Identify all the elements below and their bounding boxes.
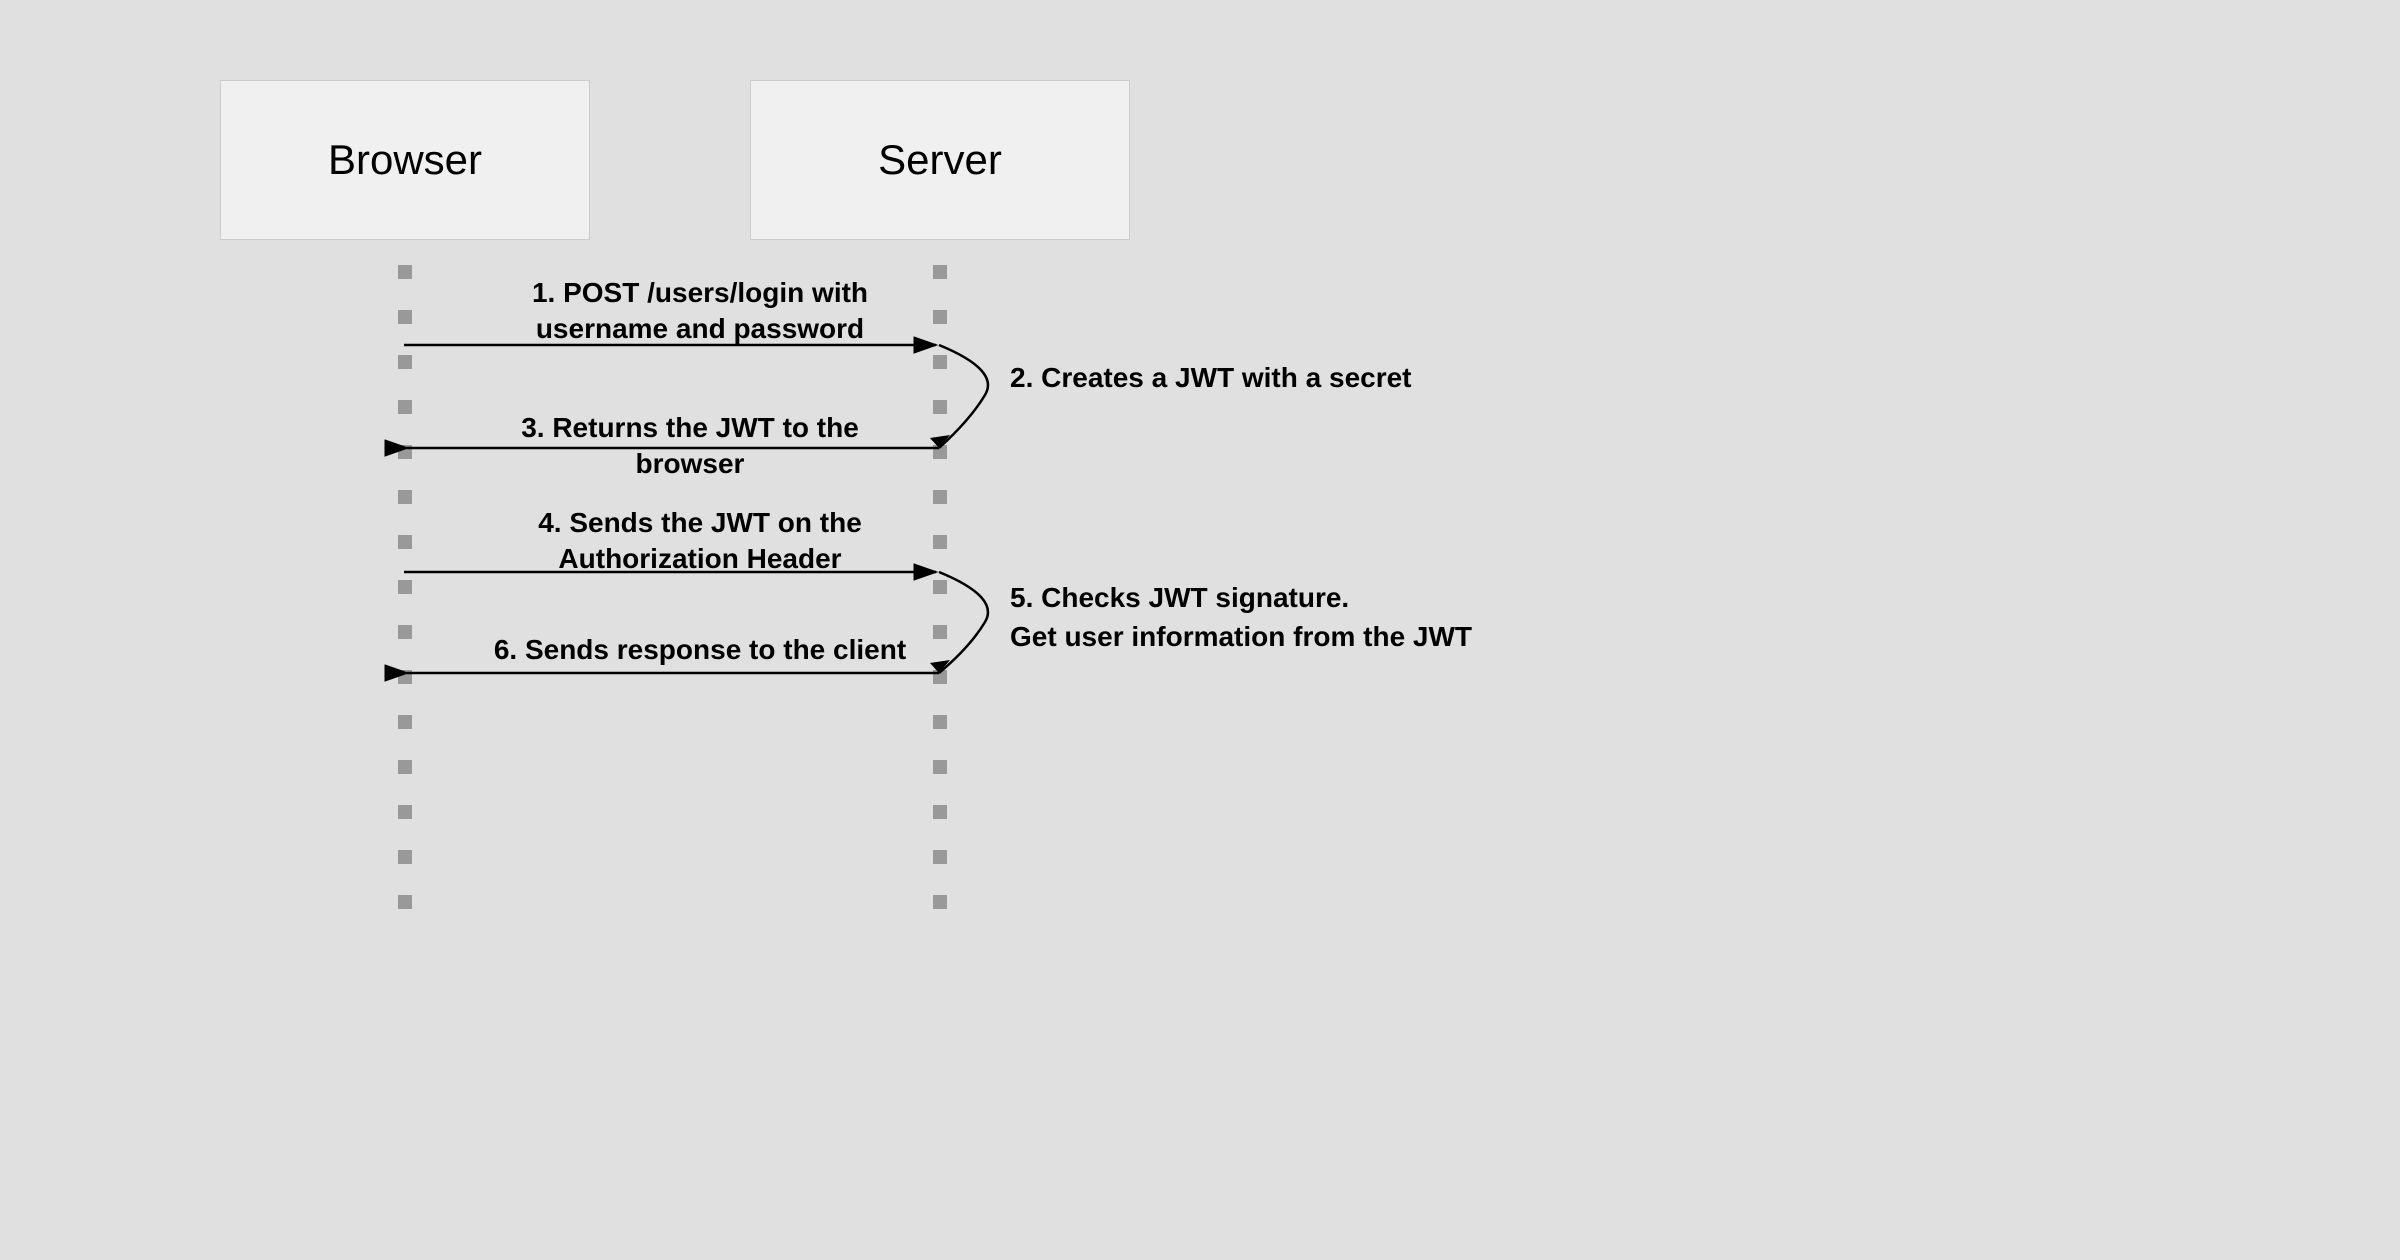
diagram-container: Browser Server — [0, 0, 2400, 1260]
arrow1-label: 1. POST /users/login withusername and pa… — [490, 275, 910, 348]
browser-actor: Browser — [220, 80, 590, 240]
server-actor: Server — [750, 80, 1130, 240]
lifeline-dot — [933, 760, 947, 774]
lifeline-dot — [933, 265, 947, 279]
lifeline-dot — [398, 895, 412, 909]
lifeline-dot — [398, 625, 412, 639]
lifeline-dot — [933, 895, 947, 909]
lifeline-dot — [398, 805, 412, 819]
lifeline-dot — [933, 490, 947, 504]
lifeline-dot — [933, 310, 947, 324]
lifeline-dot — [933, 625, 947, 639]
note2: 2. Creates a JWT with a secret — [1010, 358, 1510, 397]
lifeline-dot — [933, 670, 947, 684]
lifeline-dot — [398, 670, 412, 684]
lifeline-dot — [398, 715, 412, 729]
lifeline-dot — [933, 805, 947, 819]
lifeline-dot — [398, 310, 412, 324]
browser-label: Browser — [328, 136, 482, 184]
lifeline-dot — [933, 355, 947, 369]
lifeline-dot — [398, 445, 412, 459]
lifeline-dot — [398, 355, 412, 369]
lifeline-dot — [933, 580, 947, 594]
server-label: Server — [878, 136, 1002, 184]
lifeline-dot — [398, 760, 412, 774]
lifeline-dot — [398, 490, 412, 504]
lifeline-dot — [398, 400, 412, 414]
arrow3-label: 3. Returns the JWT to the browser — [470, 410, 910, 483]
arrow6-label: 6. Sends response to the client — [490, 632, 910, 668]
lifeline-dot — [933, 445, 947, 459]
lifeline-dot — [398, 850, 412, 864]
arrow4-label: 4. Sends the JWT on theAuthorization Hea… — [490, 505, 910, 578]
lifeline-dot — [933, 715, 947, 729]
lifeline-dot — [933, 850, 947, 864]
lifeline-dot — [933, 535, 947, 549]
note5: 5. Checks JWT signature.Get user informa… — [1010, 578, 1560, 656]
lifeline-dot — [398, 535, 412, 549]
lifeline-dot — [398, 580, 412, 594]
lifeline-dot — [398, 265, 412, 279]
lifeline-dot — [933, 400, 947, 414]
